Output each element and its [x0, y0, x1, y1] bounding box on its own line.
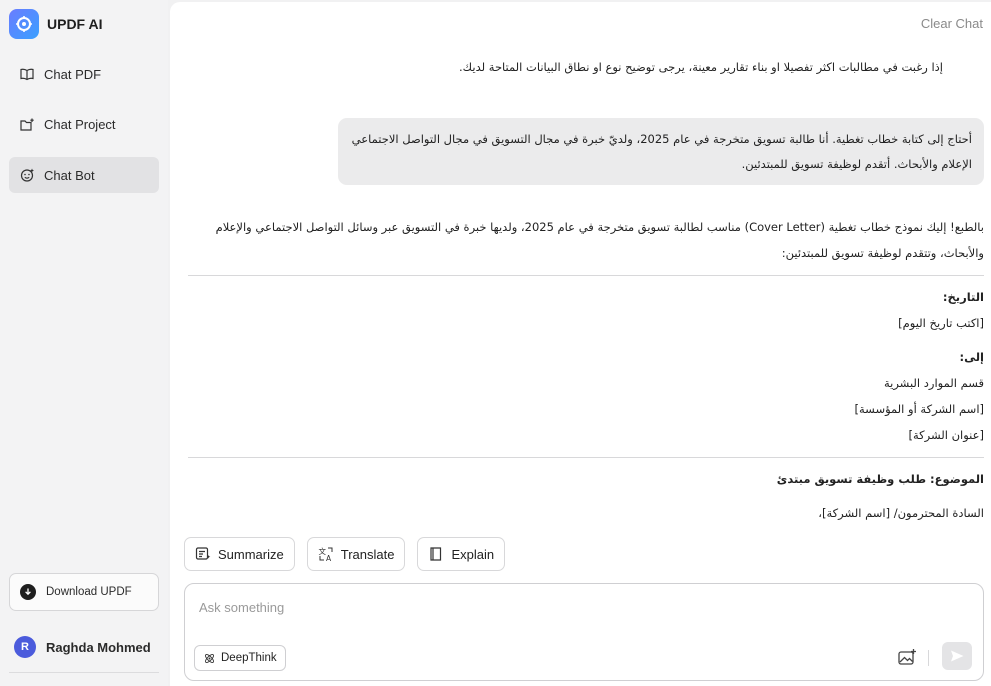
- updf-logo-icon: [9, 9, 39, 39]
- image-upload-icon[interactable]: [897, 648, 917, 668]
- divider: [188, 457, 984, 458]
- date-value: [اكتب تاريخ اليوم]: [898, 316, 984, 330]
- translate-label: Translate: [340, 546, 395, 562]
- send-icon: [951, 650, 964, 662]
- user-message-bubble: أحتاج إلى كتابة خطاب تغطية. أنا طالبة تس…: [338, 118, 984, 185]
- download-label: Download UPDF: [46, 586, 132, 598]
- chat-panel: Clear Chat إذا رغبت في مطالبات اكثر تفصي…: [170, 2, 991, 686]
- greeting-line: السادة المحترمون/ [اسم الشركة]،: [818, 506, 984, 520]
- to-line: [عنوان الشركة]: [908, 428, 985, 442]
- send-button[interactable]: [942, 642, 972, 670]
- summarize-icon: [195, 547, 211, 560]
- book-icon: [430, 547, 442, 561]
- chat-input-box: DeepThink: [184, 583, 984, 681]
- book-open-icon: [20, 68, 34, 81]
- quick-actions: Summarize 文 A Translate Explain: [184, 537, 506, 571]
- user-profile[interactable]: R Raghda Mohmed: [14, 636, 151, 658]
- sidebar-item-chat-project[interactable]: Chat Project: [9, 107, 159, 143]
- chat-input[interactable]: [199, 596, 899, 618]
- explain-button[interactable]: Explain: [417, 537, 506, 571]
- summarize-label: Summarize: [218, 546, 284, 562]
- brand[interactable]: UPDF AI: [9, 9, 102, 39]
- sidebar-item-label: Chat Project: [44, 117, 116, 132]
- user-message-line: أحتاج إلى كتابة خطاب تغطية. أنا طالبة تس…: [351, 132, 972, 146]
- sidebar-item-chat-pdf[interactable]: Chat PDF: [9, 56, 159, 92]
- ai-message-previous: إذا رغبت في مطالبات اكثر تفصيلا او بناء …: [459, 60, 943, 74]
- sidebar-item-label: Chat Bot: [44, 167, 95, 183]
- bot-face-icon: [20, 168, 34, 182]
- to-line: قسم الموارد البشرية: [883, 376, 984, 390]
- download-icon: [20, 584, 36, 600]
- divider: [928, 650, 929, 666]
- date-label: التاريخ:: [942, 290, 984, 304]
- sidebar-item-label: Chat PDF: [44, 66, 102, 82]
- user-name: Raghda Mohmed: [46, 639, 151, 655]
- divider: [188, 275, 984, 276]
- brand-name: UPDF AI: [47, 16, 103, 32]
- avatar: R: [14, 636, 36, 658]
- sidebar-nav: Chat PDF Chat Project Chat Bot: [9, 56, 159, 208]
- download-updf-button[interactable]: Download UPDF: [9, 573, 159, 611]
- response-intro: بالطبع! إليك نموذج خطاب تغطية (Cover Let…: [188, 214, 984, 266]
- atom-icon: [205, 653, 214, 663]
- explain-label: Explain: [451, 546, 495, 562]
- folder-plus-icon: [20, 118, 34, 131]
- ai-response: بالطبع! إليك نموذج خطاب تغطية (Cover Let…: [188, 214, 984, 526]
- deepthink-toggle[interactable]: DeepThink: [194, 645, 286, 671]
- subject-line: الموضوع: طلب وظيفة تسويق مبتدئ: [776, 472, 984, 486]
- sidebar-item-chat-bot[interactable]: Chat Bot: [9, 157, 159, 193]
- response-intro-line: بالطبع! إليك نموذج خطاب تغطية (Cover Let…: [215, 220, 984, 234]
- user-message-line: الإعلام والأبحاث. أتقدم لوظيفة تسويق للم…: [741, 157, 972, 171]
- svg-text:A: A: [326, 554, 332, 562]
- to-line: [اسم الشركة أو المؤسسة]: [854, 402, 984, 416]
- translate-icon: 文 A: [318, 546, 333, 562]
- to-label: إلى:: [959, 350, 985, 364]
- divider: [9, 672, 159, 673]
- clear-chat-button[interactable]: Clear Chat: [921, 16, 983, 31]
- summarize-button[interactable]: Summarize: [184, 537, 295, 571]
- deepthink-label: DeepThink: [221, 652, 277, 664]
- sidebar: UPDF AI Chat PDF Chat Project Chat Bot D…: [0, 0, 168, 686]
- response-intro-line: والأبحاث، وتتقدم لوظيفة تسويق للمبتدئين:: [781, 246, 984, 260]
- translate-button[interactable]: 文 A Translate: [306, 537, 406, 571]
